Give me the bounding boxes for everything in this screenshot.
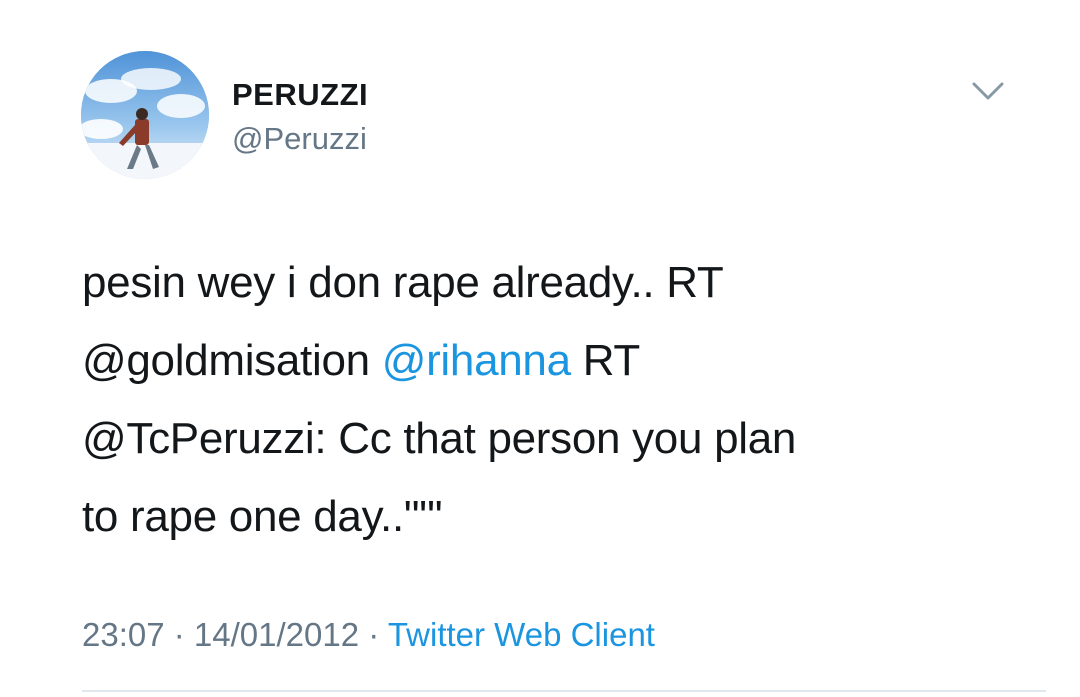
tweet-text-fragment: @goldmisation (82, 336, 382, 385)
tweet-text: pesin wey i don rape already.. RT @goldm… (82, 244, 982, 556)
tweet-time[interactable]: 23:07 (82, 616, 165, 653)
user-handle[interactable]: @Peruzzi (232, 121, 367, 157)
tweet-line: @goldmisation @rihanna RT (82, 322, 982, 400)
meta-separator: · (164, 616, 194, 653)
display-name[interactable]: PERUZZI (232, 77, 368, 113)
tweet-line: to rape one day..""' (82, 492, 443, 541)
tweet-source-link[interactable]: Twitter Web Client (388, 616, 655, 653)
tweet-date[interactable]: 14/01/2012 (194, 616, 359, 653)
tweet-text-fragment: RT (570, 336, 641, 385)
tweet-meta: 23:07 · 14/01/2012 · Twitter Web Client (82, 616, 655, 654)
chevron-down-icon[interactable] (970, 80, 1006, 104)
mention-link-rihanna[interactable]: @rihanna (382, 336, 571, 385)
divider (82, 690, 1046, 692)
avatar[interactable] (81, 51, 209, 179)
meta-separator: · (359, 616, 388, 653)
avatar-image (81, 51, 209, 179)
tweet-card: PERUZZI @Peruzzi pesin wey i don rape al… (0, 0, 1080, 697)
tweet-line: pesin wey i don rape already.. RT (82, 258, 724, 307)
tweet-line: @TcPeruzzi: Cc that person you plan (82, 414, 797, 463)
